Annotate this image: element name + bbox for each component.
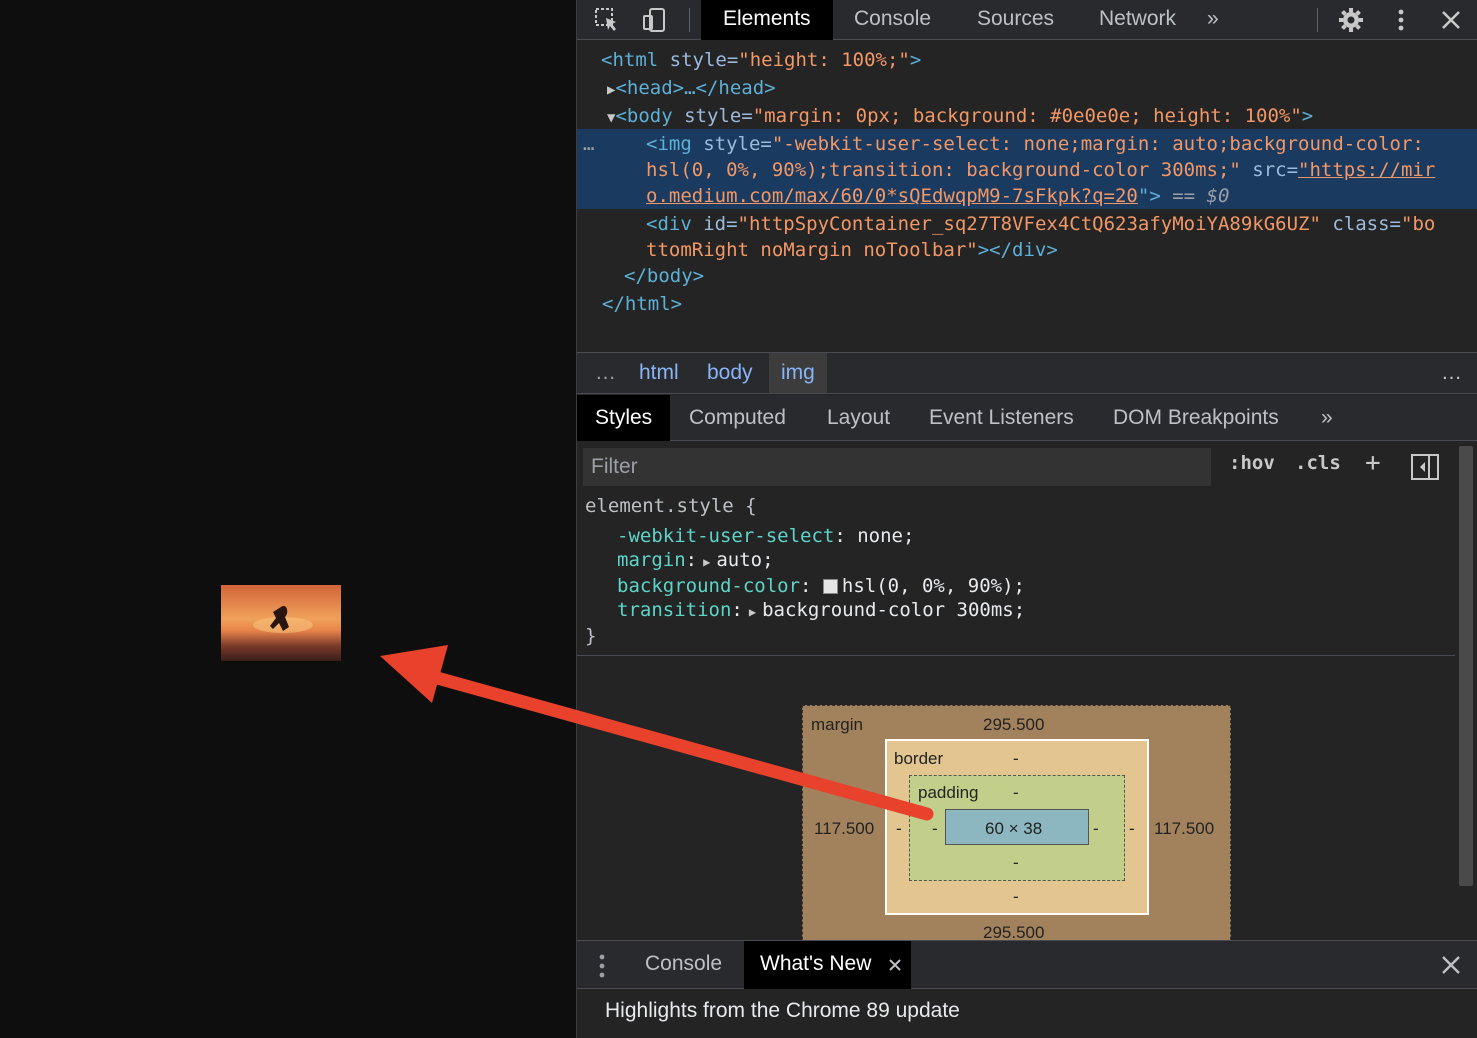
margin-top-value[interactable]: 295.500: [983, 715, 1044, 735]
gear-icon[interactable]: [1337, 6, 1365, 34]
drawer-tab-console[interactable]: Console: [629, 941, 738, 989]
image-thumbnail[interactable]: [221, 585, 341, 661]
style-rule[interactable]: transition: ▶ background-color 300ms;: [617, 598, 1025, 622]
filter-input[interactable]: Filter: [583, 448, 1211, 486]
inspect-icon[interactable]: [593, 6, 621, 34]
sunset-runner-image: [221, 585, 341, 661]
style-close-brace: }: [585, 625, 597, 647]
tab-elements[interactable]: Elements: [701, 0, 833, 40]
tab-network[interactable]: Network: [1077, 0, 1198, 40]
style-rule[interactable]: margin: ▶ auto;: [617, 548, 774, 572]
color-swatch[interactable]: [822, 579, 838, 594]
styles-pane: element.style { -webkit-user-select: non…: [577, 492, 1455, 656]
tab-dom-breakpoints[interactable]: DOM Breakpoints: [1095, 395, 1297, 441]
dom-node-head[interactable]: ▶<head>…</head>: [607, 75, 1477, 101]
dom-node-img-cont1: hsl(0, 0%, 90%);transition: background-c…: [646, 159, 1436, 181]
tab-styles[interactable]: Styles: [577, 395, 671, 441]
styles-subtabs: Styles Computed Layout Event Listeners D…: [577, 395, 1477, 441]
margin-left-value[interactable]: 117.500: [814, 819, 874, 839]
styles-toolbar: Filter :hov .cls +: [577, 442, 1477, 492]
expand-triangle-icon[interactable]: ▶: [703, 555, 710, 569]
box-model: margin 295.500 295.500 117.500 117.500 b…: [577, 657, 1455, 940]
toolbar-separator: [689, 8, 690, 32]
padding-bottom-value[interactable]: -: [1013, 853, 1019, 873]
dom-node-div[interactable]: <div id="httpSpyContainer_sq27T8VFex4CtQ…: [646, 211, 1477, 237]
dom-tree: <html style="height: 100%;"> ▶<head>…</h…: [577, 41, 1477, 351]
device-toggle-icon[interactable]: [641, 6, 669, 34]
style-rule[interactable]: -webkit-user-select: none;: [617, 524, 914, 548]
close-tab-icon[interactable]: [887, 955, 903, 979]
drawer-menu-icon[interactable]: [597, 953, 607, 985]
new-rule-plus-icon[interactable]: +: [1365, 448, 1381, 478]
border-label: border: [894, 749, 944, 768]
kebab-menu-icon[interactable]: [1387, 6, 1415, 34]
style-selector: element.style {: [585, 495, 757, 517]
breadcrumb-body[interactable]: body: [695, 353, 765, 393]
breadcrumb-img[interactable]: img: [769, 353, 827, 393]
close-icon[interactable]: [1437, 6, 1465, 34]
cls-button[interactable]: .cls: [1295, 452, 1341, 474]
tab-event-listeners[interactable]: Event Listeners: [911, 395, 1092, 441]
border-bottom-value[interactable]: -: [1013, 887, 1019, 907]
toolbar-separator: [1317, 8, 1318, 32]
breadcrumb-more-icon[interactable]: …: [1429, 353, 1474, 393]
dom-node-html-close[interactable]: </html>: [602, 291, 1477, 317]
more-tabs-chevron-icon[interactable]: »: [1195, 0, 1231, 40]
hov-button[interactable]: :hov: [1229, 452, 1275, 474]
breadcrumb: … html body img …: [577, 352, 1477, 394]
expand-triangle-icon[interactable]: ▶: [749, 605, 756, 619]
content-size-value[interactable]: 60 × 38: [985, 819, 1042, 839]
styles-scrollbar[interactable]: [1455, 442, 1477, 940]
page-viewport: [0, 0, 576, 1038]
margin-label: margin: [811, 715, 863, 734]
tab-sources[interactable]: Sources: [955, 0, 1076, 40]
border-right-value[interactable]: -: [1129, 819, 1135, 839]
dom-node-html[interactable]: <html style="height: 100%;">: [601, 47, 1477, 73]
devtools-toolbar: Elements Console Sources Network »: [577, 0, 1477, 40]
breadcrumb-ellipsis[interactable]: …: [583, 353, 628, 393]
margin-right-value[interactable]: 117.500: [1154, 819, 1214, 839]
whats-new-headline: Highlights from the Chrome 89 update: [605, 999, 960, 1022]
subtabs-more-chevron-icon[interactable]: »: [1303, 395, 1351, 441]
toggle-sidebar-icon[interactable]: [1411, 454, 1439, 485]
padding-label: padding: [918, 783, 979, 802]
dom-node-img-cont2: o.medium.com/max/60/0*sQEdwqpM9-7sFkpk?q…: [646, 185, 1230, 207]
padding-right-value[interactable]: -: [1093, 819, 1099, 839]
devtools-panel: Elements Console Sources Network » <html…: [576, 0, 1477, 1038]
tab-console[interactable]: Console: [832, 0, 953, 40]
border-left-value[interactable]: -: [896, 819, 902, 839]
scrollbar-thumb[interactable]: [1459, 446, 1473, 886]
drawer-tabs: Console What's New: [577, 941, 1477, 989]
dom-node-div-cont: ttomRight noMargin noToolbar"></div>: [646, 239, 1058, 261]
dom-node-img[interactable]: <img style="-webkit-user-select: none;ma…: [646, 131, 1477, 157]
border-top-value[interactable]: -: [1013, 749, 1019, 769]
padding-top-value[interactable]: -: [1013, 783, 1019, 803]
margin-bottom-value[interactable]: 295.500: [983, 923, 1044, 940]
dom-node-body[interactable]: ▼<body style="margin: 0px; background: #…: [607, 103, 1477, 129]
tab-layout[interactable]: Layout: [809, 395, 908, 441]
tab-computed[interactable]: Computed: [671, 395, 804, 441]
devtools-drawer: Console What's New Highlights from the C…: [577, 940, 1477, 1038]
breadcrumb-html[interactable]: html: [627, 353, 691, 393]
dom-node-body-close[interactable]: </body>: [624, 263, 1477, 289]
padding-left-value[interactable]: -: [932, 819, 938, 839]
style-rule[interactable]: background-color: hsl(0, 0%, 90%);: [617, 574, 1025, 598]
node-ellipsis-icon[interactable]: …: [583, 131, 623, 157]
close-drawer-icon[interactable]: [1439, 953, 1463, 983]
